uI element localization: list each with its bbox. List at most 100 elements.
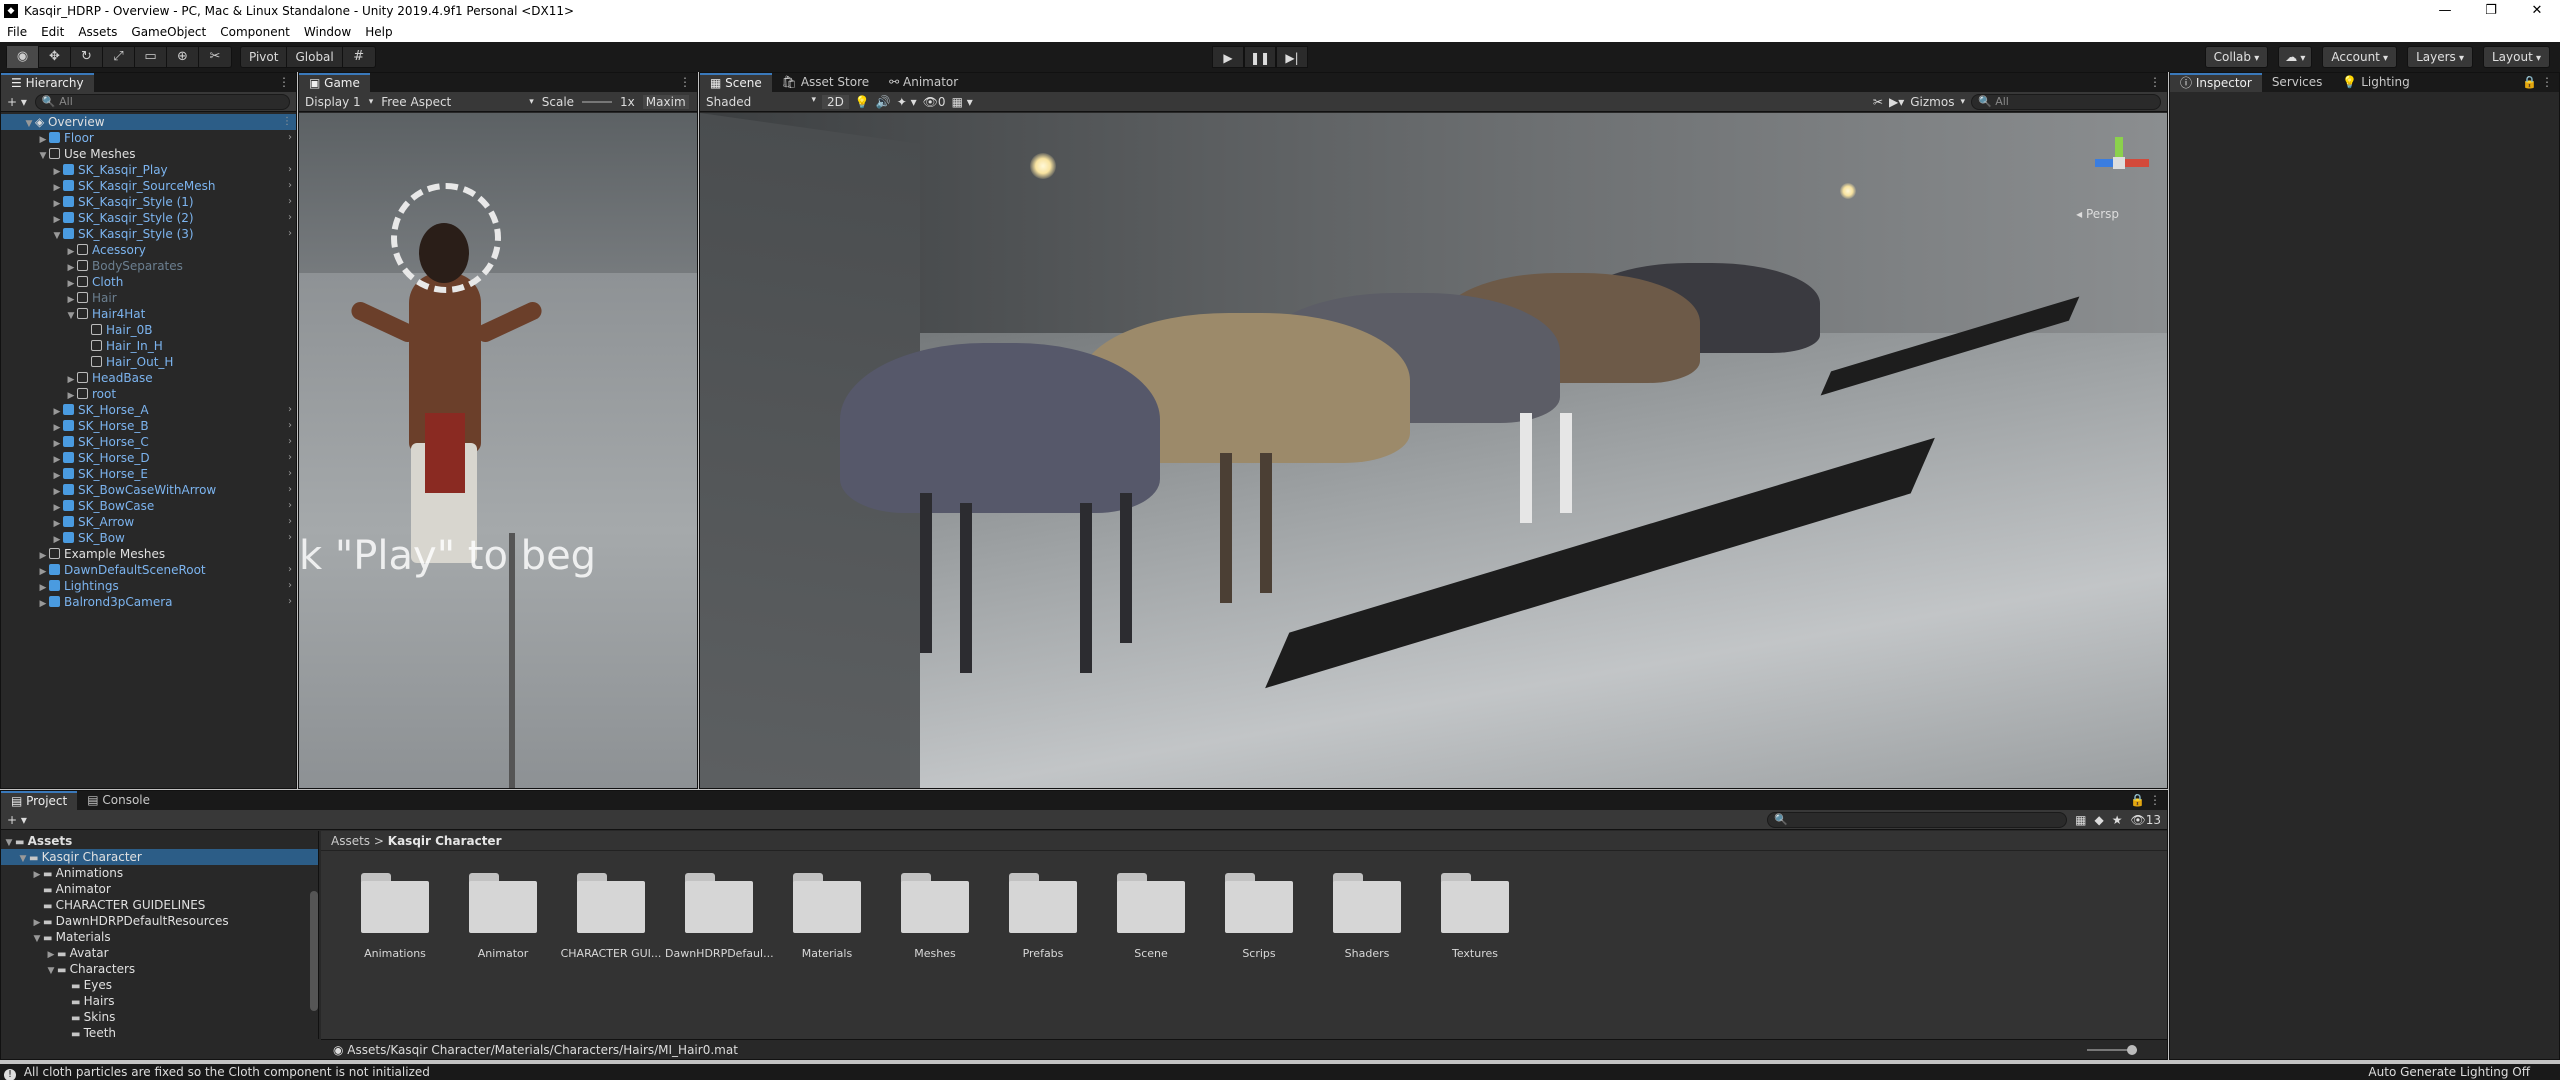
grid-toggle-icon[interactable]: ▦ ▾ xyxy=(952,95,973,109)
tab-game[interactable]: ▣ Game xyxy=(299,73,370,92)
hierarchy-row[interactable]: ▼ Hair4Hat xyxy=(1,306,296,322)
project-folder-row[interactable]: ▶ ▬ DawnHDRPDefaultResources xyxy=(1,913,318,929)
tab-scene[interactable]: ▦ Scene xyxy=(700,73,772,92)
camera-settings-icon[interactable]: ▶▾ xyxy=(1889,95,1904,109)
snap-grid-icon[interactable]: # xyxy=(343,46,375,68)
hierarchy-row[interactable]: ▶ Balrond3pCamera › xyxy=(1,594,296,610)
folder-item[interactable]: Scrips xyxy=(1205,873,1313,960)
hierarchy-row[interactable]: ▼ SK_Kasqir_Style (3) › xyxy=(1,226,296,242)
maximize-button[interactable]: ❐ xyxy=(2468,0,2514,22)
open-prefab-chevron-icon[interactable]: › xyxy=(288,450,292,466)
hierarchy-row[interactable]: ▶ SK_Horse_B › xyxy=(1,418,296,434)
aspect-chevron-icon[interactable]: ▾ xyxy=(529,97,534,107)
project-folder-row[interactable]: ▬ Teeth xyxy=(1,1025,318,1039)
hierarchy-row[interactable]: ▶ SK_BowCaseWithArrow › xyxy=(1,482,296,498)
scale-tool-icon[interactable]: ⤢ xyxy=(103,46,135,68)
panel-menu-icon[interactable]: ⋮ xyxy=(679,75,691,89)
hierarchy-row[interactable]: ▶ Acessory xyxy=(1,242,296,258)
breadcrumb-current[interactable]: Kasqir Character xyxy=(388,834,502,848)
tab-console[interactable]: ▤ Console xyxy=(77,791,161,810)
hierarchy-row[interactable]: ▶ SK_Horse_A › xyxy=(1,402,296,418)
gizmo-x-axis[interactable] xyxy=(2123,159,2149,167)
minimize-button[interactable]: — xyxy=(2422,0,2468,22)
menu-window[interactable]: Window xyxy=(297,25,358,39)
open-prefab-chevron-icon[interactable]: › xyxy=(288,178,292,194)
scene-search-input[interactable]: 🔍 All xyxy=(1971,93,2161,110)
light-bulb-icon[interactable] xyxy=(1030,153,1056,179)
folder-item[interactable]: Prefabs xyxy=(989,873,1097,960)
toggle-2d-button[interactable]: 2D xyxy=(822,94,849,109)
rotate-tool-icon[interactable]: ↻ xyxy=(71,46,103,68)
open-prefab-chevron-icon[interactable]: › xyxy=(288,578,292,594)
aspect-dropdown[interactable]: Free Aspect xyxy=(381,95,521,109)
play-button[interactable]: ▶ xyxy=(1212,46,1244,68)
tab-hierarchy[interactable]: ☰ Hierarchy xyxy=(1,73,94,92)
tab-services[interactable]: Services xyxy=(2261,73,2333,92)
auto-lighting-status[interactable]: Auto Generate Lighting Off xyxy=(2368,1064,2530,1080)
icon-size-slider[interactable] xyxy=(2087,1045,2137,1055)
perspective-label[interactable]: ◂ Persp xyxy=(2076,207,2119,221)
open-prefab-chevron-icon[interactable]: › xyxy=(288,594,292,610)
hierarchy-row[interactable]: ▶ Cloth xyxy=(1,274,296,290)
global-toggle[interactable]: Global xyxy=(287,46,343,68)
hierarchy-row[interactable]: Hair_Out_H xyxy=(1,354,296,370)
lighting-toggle-icon[interactable]: 💡 xyxy=(855,95,870,109)
pivot-toggle[interactable]: Pivot xyxy=(241,46,288,68)
scene-menu-icon[interactable]: ⋮ xyxy=(282,114,292,130)
project-folder-row[interactable]: ▬ Skins xyxy=(1,1009,318,1025)
hierarchy-row[interactable]: Hair_0B xyxy=(1,322,296,338)
folder-item[interactable]: Materials xyxy=(773,873,881,960)
scene-viewport[interactable]: ◂ Persp xyxy=(700,113,2167,788)
open-prefab-chevron-icon[interactable]: › xyxy=(288,562,292,578)
hierarchy-row[interactable]: ▶ BodySeparates xyxy=(1,258,296,274)
gizmo-center[interactable] xyxy=(2113,157,2125,169)
menu-component[interactable]: Component xyxy=(213,25,297,39)
custom-tool-icon[interactable]: ✂ xyxy=(199,46,231,68)
hierarchy-row[interactable]: ▶ Lightings › xyxy=(1,578,296,594)
breadcrumb-assets[interactable]: Assets xyxy=(331,834,370,848)
collab-dropdown[interactable]: Collab xyxy=(2204,46,2269,68)
search-by-type-icon[interactable]: ▦ xyxy=(2075,813,2086,827)
menu-file[interactable]: File xyxy=(0,25,34,39)
tab-animator[interactable]: ⚯ Animator xyxy=(879,73,969,92)
move-tool-icon[interactable]: ✥ xyxy=(39,46,71,68)
collapsed-arrow-icon[interactable]: ▶ xyxy=(37,596,49,612)
hierarchy-row[interactable]: ▶ SK_Arrow › xyxy=(1,514,296,530)
maximize-on-play-toggle[interactable]: Maxim xyxy=(642,94,689,109)
tab-inspector[interactable]: ⓘ Inspector xyxy=(2170,73,2262,92)
menu-help[interactable]: Help xyxy=(358,25,399,39)
folder-item[interactable]: CHARACTER GUI... xyxy=(557,873,665,960)
open-prefab-chevron-icon[interactable]: › xyxy=(288,194,292,210)
hidden-objects-icon[interactable]: 👁0 xyxy=(923,95,946,109)
project-folder-row[interactable]: ▼ ▬ Characters xyxy=(1,961,318,977)
panel-menu-icon[interactable]: ⋮ xyxy=(2149,75,2161,89)
hierarchy-row[interactable]: ▶ SK_Bow › xyxy=(1,530,296,546)
cloud-button[interactable]: ☁ xyxy=(2278,46,2313,68)
folder-item[interactable]: Animator xyxy=(449,873,557,960)
open-prefab-chevron-icon[interactable]: › xyxy=(288,210,292,226)
account-dropdown[interactable]: Account xyxy=(2322,46,2398,68)
project-folder-row[interactable]: ▬ Eyes xyxy=(1,977,318,993)
project-folder-row[interactable]: ▼ ▬ Assets xyxy=(1,833,318,849)
open-prefab-chevron-icon[interactable]: › xyxy=(288,418,292,434)
folder-item[interactable]: Scene xyxy=(1097,873,1205,960)
open-prefab-chevron-icon[interactable]: › xyxy=(288,514,292,530)
folder-item[interactable]: Shaders xyxy=(1313,873,1421,960)
layers-dropdown[interactable]: Layers xyxy=(2407,46,2473,68)
effects-toggle-icon[interactable]: ✦ ▾ xyxy=(897,95,917,109)
display-chevron-icon[interactable]: ▾ xyxy=(369,97,374,107)
panel-menu-icon[interactable]: ⋮ xyxy=(278,75,290,89)
open-prefab-chevron-icon[interactable]: › xyxy=(288,466,292,482)
folder-item[interactable]: DawnHDRPDefaul... xyxy=(665,873,773,960)
hierarchy-row[interactable]: ▶ HeadBase xyxy=(1,370,296,386)
menu-gameobject[interactable]: GameObject xyxy=(124,25,213,39)
menu-edit[interactable]: Edit xyxy=(34,25,71,39)
create-button[interactable]: + ▾ xyxy=(7,95,27,109)
hierarchy-row[interactable]: ▶ SK_Horse_C › xyxy=(1,434,296,450)
hierarchy-row[interactable]: ▶ SK_Kasqir_Style (2) › xyxy=(1,210,296,226)
open-prefab-chevron-icon[interactable]: › xyxy=(288,482,292,498)
scale-slider[interactable] xyxy=(582,100,613,103)
hierarchy-row[interactable]: ▶ SK_Kasqir_Play › xyxy=(1,162,296,178)
pause-button[interactable]: ❚❚ xyxy=(1244,46,1276,68)
hierarchy-row[interactable]: Hair_In_H xyxy=(1,338,296,354)
